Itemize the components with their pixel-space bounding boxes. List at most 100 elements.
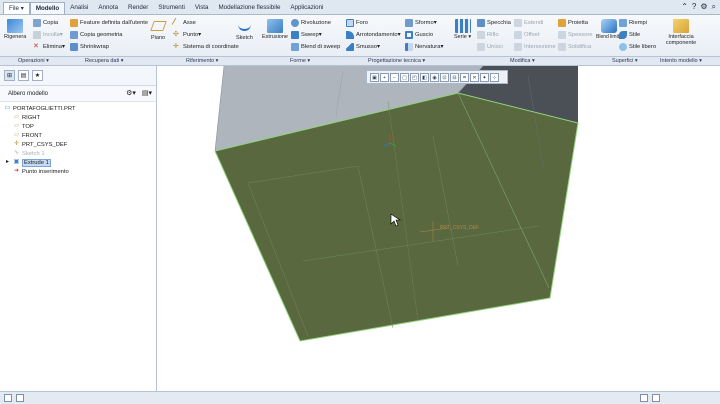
- thicken-icon: [558, 31, 566, 39]
- interfaccia-componente-button[interactable]: Interfaccia componente: [664, 19, 698, 46]
- boundary-blend-icon: [600, 19, 617, 33]
- tree-item[interactable]: ▸ ▣ Extrude 1: [0, 158, 156, 167]
- favorites-icon[interactable]: ★: [32, 70, 43, 81]
- rivoluzione-button[interactable]: Rivoluzione: [291, 19, 331, 27]
- group-progettazione-tecnica[interactable]: Progettazione tecnica ▾: [368, 58, 425, 64]
- ribbon: Rigenera Copia Incolla ▾ ✕ Elimina ▾ Feat…: [0, 15, 720, 57]
- elimina-button[interactable]: ✕ Elimina ▾: [33, 43, 65, 51]
- rigenera-button[interactable]: Rigenera: [4, 19, 26, 40]
- tree-item[interactable]: ∿ Sketch 1: [0, 149, 156, 158]
- blend-limite-button[interactable]: Blend limite: [596, 19, 622, 40]
- spin-center-icon[interactable]: ✦: [480, 72, 489, 82]
- selection-filter-icon[interactable]: [640, 394, 648, 402]
- repaint-icon[interactable]: ▢: [400, 72, 409, 82]
- group-superfici[interactable]: Superfici ▾: [612, 58, 638, 64]
- tree-item[interactable]: ▱ TOP: [0, 122, 156, 131]
- piano-button[interactable]: Piano: [149, 21, 167, 41]
- sistema-coordinate-button[interactable]: ✛ Sistema di coordinate: [173, 43, 239, 51]
- zoom-out-icon[interactable]: −: [390, 72, 399, 82]
- model-tree-header: Albero modello ⚙▾ ▤▾: [0, 86, 156, 102]
- named-views-icon[interactable]: ◧: [420, 72, 429, 82]
- punto-button[interactable]: ✣ Punto ▾: [173, 31, 201, 39]
- asse-button[interactable]: Asse: [171, 17, 196, 29]
- paste-icon: [33, 31, 41, 39]
- fill-icon: [619, 19, 627, 27]
- tree-item[interactable]: ✛ PRT_CSYS_DEF: [0, 140, 156, 149]
- shrinkwrap-button[interactable]: Shrinkwrap: [70, 43, 109, 51]
- serie-button[interactable]: Serie ▾: [454, 19, 471, 40]
- tree-settings-icon[interactable]: ⚙▾: [126, 89, 136, 97]
- proietta-button[interactable]: Proietta: [558, 19, 588, 27]
- collapse-ribbon-icon[interactable]: ⌃: [681, 2, 688, 12]
- sketch-button[interactable]: Sketch: [236, 21, 253, 41]
- refit-icon[interactable]: ▣: [370, 72, 379, 82]
- arrotondamento-button[interactable]: Arrotondamento ▾: [346, 31, 401, 39]
- graphics-viewport[interactable]: PRT_CSYS_DEF: [158, 66, 720, 391]
- tab-render[interactable]: Render: [123, 2, 153, 14]
- model-tree-tab-icon[interactable]: ⊞: [4, 70, 15, 81]
- tree-item[interactable]: ▱ RIGHT: [0, 113, 156, 122]
- model-canvas[interactable]: PRT_CSYS_DEF: [158, 66, 720, 391]
- tree-item[interactable]: ➜ Punto inserimento: [0, 167, 156, 176]
- unisci-button[interactable]: Unisci: [477, 43, 503, 51]
- riflo-button[interactable]: Riflo: [477, 31, 499, 39]
- tab-analisi[interactable]: Analisi: [65, 2, 93, 14]
- tree-item[interactable]: ▱ FRONT: [0, 131, 156, 140]
- copia-geometria-button[interactable]: Copia geometria: [70, 31, 123, 39]
- tab-file[interactable]: File ▾: [3, 2, 30, 14]
- folder-browser-icon[interactable]: ▤: [18, 70, 29, 81]
- datum-display-icon[interactable]: ⌗: [460, 72, 469, 82]
- group-riferimento[interactable]: Riferimento ▾: [186, 58, 218, 64]
- group-forme[interactable]: Forme ▾: [290, 58, 310, 64]
- nervatura-button[interactable]: Nervatura ▾: [405, 43, 443, 51]
- riempi-button[interactable]: Riempi: [619, 19, 647, 27]
- csys-display-icon[interactable]: ⊹: [490, 72, 499, 82]
- solidifica-button[interactable]: Solidifica: [558, 43, 591, 51]
- settings-icon[interactable]: ⚙: [700, 2, 707, 12]
- display-style-icon[interactable]: ◉: [430, 72, 439, 82]
- sweep-button[interactable]: Sweep ▾: [291, 31, 322, 39]
- help-icon[interactable]: ?: [692, 2, 696, 12]
- stile-button[interactable]: Stile: [619, 31, 640, 39]
- smusso-button[interactable]: Smusso ▾: [346, 43, 380, 51]
- specchia-button[interactable]: Specchia: [477, 19, 511, 27]
- perspective-icon[interactable]: ⊟: [450, 72, 459, 82]
- group-operazioni[interactable]: Operazioni ▾: [18, 58, 49, 64]
- tab-vista[interactable]: Vista: [190, 2, 214, 14]
- tab-annota[interactable]: Annota: [93, 2, 123, 14]
- offset-button[interactable]: Offset: [514, 31, 539, 39]
- guscio-button[interactable]: Guscio: [405, 31, 433, 39]
- show-browser-icon[interactable]: [16, 394, 24, 402]
- estrusione-button[interactable]: Estrusione: [262, 19, 288, 40]
- tree-item[interactable]: ▭ PORTAFOGLIETTI.PRT: [0, 104, 156, 113]
- incolla-button[interactable]: Incolla ▾: [33, 31, 63, 39]
- saved-orientations-icon[interactable]: ⊡: [440, 72, 449, 82]
- search-icon[interactable]: ⌕: [712, 2, 716, 12]
- view-manager-icon[interactable]: ◰: [410, 72, 419, 82]
- tab-modello[interactable]: Modello: [29, 2, 66, 14]
- project-icon: [558, 19, 566, 27]
- revolve-icon: [291, 19, 299, 27]
- group-modifica[interactable]: Modifica ▾: [510, 58, 535, 64]
- estendi-button[interactable]: Estendi: [514, 19, 543, 27]
- feature-utente-button[interactable]: Feature definita dall'utente: [70, 19, 148, 27]
- tree-show-icon[interactable]: ▤▾: [142, 89, 152, 97]
- group-recupera-dati[interactable]: Recupera dati ▾: [85, 58, 124, 64]
- tree-item-label: RIGHT: [22, 114, 41, 121]
- group-intento-modello[interactable]: Intento modello ▾: [660, 58, 702, 64]
- sformo-button[interactable]: Sformo ▾: [405, 19, 437, 27]
- tab-applicazioni[interactable]: Applicazioni: [285, 2, 328, 14]
- copia-button[interactable]: Copia: [33, 19, 58, 27]
- show-navigator-icon[interactable]: [4, 394, 12, 402]
- annotation-display-icon[interactable]: ✕: [470, 72, 479, 82]
- round-icon: [346, 31, 354, 39]
- stile-libero-button[interactable]: Stile libero: [619, 43, 656, 51]
- expand-icon[interactable]: ▸: [4, 159, 11, 166]
- tab-modellazione-flessibile[interactable]: Modellazione flessibile: [213, 2, 285, 14]
- intersezione-button[interactable]: Intersezione: [514, 43, 556, 51]
- tab-strumenti[interactable]: Strumenti: [153, 2, 189, 14]
- foro-button[interactable]: Foro: [346, 19, 368, 27]
- blend-sweep-button[interactable]: Blend di sweep: [291, 43, 340, 51]
- zoom-in-icon[interactable]: +: [380, 72, 389, 82]
- spessore-button[interactable]: Spessore: [558, 31, 593, 39]
